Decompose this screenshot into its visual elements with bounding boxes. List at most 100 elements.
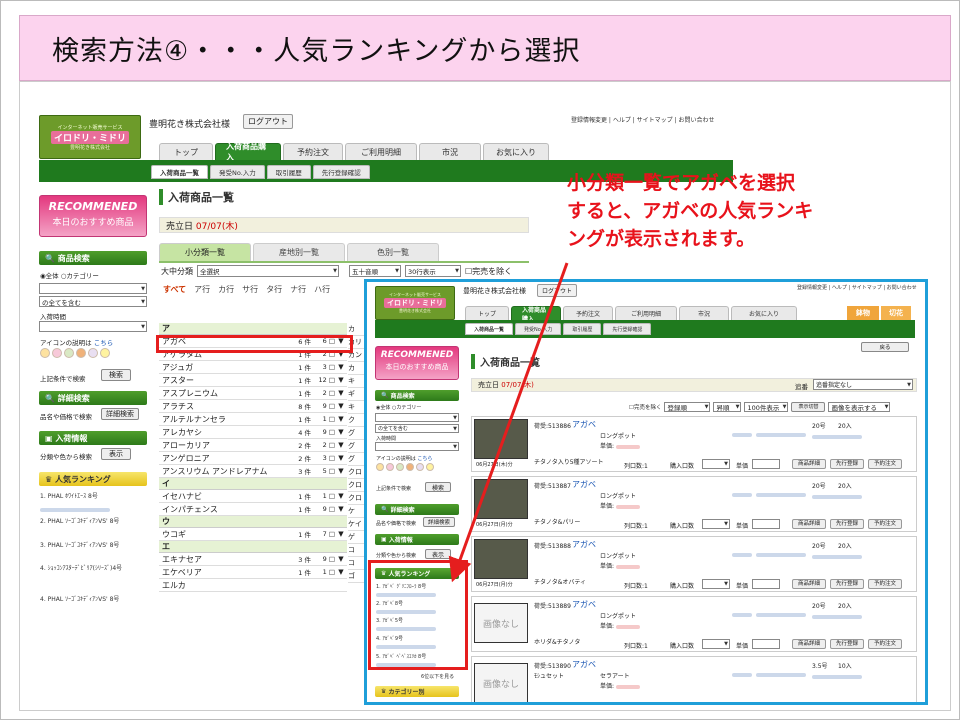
buy-qty-select[interactable] [702,519,730,529]
buy-qty-select[interactable] [702,639,730,649]
pre-register-button[interactable]: 先行登録 [830,459,864,469]
tab-market[interactable]: 市況 [679,306,729,320]
subtab-number-input[interactable]: 発受No.入力 [210,165,265,179]
subcategory-row[interactable]: アンスリウム アンドレアナム 3 件 5 □ ▼ [159,465,347,478]
subcategory-row[interactable]: アスプレニウム 1 件 2 □ ▼ [159,387,347,400]
leaf-icon[interactable] [64,348,74,358]
logo[interactable]: インターネット販売サービス イロドリ・ミドリ 豊明花き株式会社 [39,115,141,159]
image-display-select[interactable]: 画像を表示する [828,402,891,412]
ranking-item[interactable]: 3. PHAL ｿｰｺﾞﾕｷﾃﾞｨｱﾝVS' 8号 [40,540,119,549]
product-detail-button[interactable]: 商品詳細 [792,639,826,649]
sold-out-checkbox[interactable]: ☐完売を除く [465,266,512,277]
append-select[interactable]: 追番指定なし [813,379,913,390]
leaf-icon[interactable] [396,463,404,471]
smile-icon[interactable] [426,463,434,471]
ranking-item[interactable]: 2. PHAL ｿｰｺﾞﾕｷﾃﾞｨｱﾝVS' 8号 [40,516,119,525]
dropdown-arrow-icon[interactable]: ▼ [335,428,347,436]
logo[interactable]: インターネット販売サービス イロドリ・ミドリ 豊明花き株式会社 [375,286,455,320]
unit-price-input[interactable] [752,519,780,529]
product-name[interactable]: アガベ [572,539,596,550]
tab-arrival-purchase[interactable]: 入荷商品購入 [215,142,281,162]
ranking-more-link[interactable]: 6位以下を見る [421,673,454,680]
tab-origin-list[interactable]: 産地別一覧 [253,243,345,261]
tab-usage-statement[interactable]: ご利用明細 [615,306,677,320]
detail-search-button[interactable]: 詳細検索 [423,517,455,527]
arrival-time-select[interactable] [39,321,147,332]
flower-icon[interactable] [376,463,384,471]
kana-all[interactable]: すべて [163,284,186,295]
category-select[interactable] [375,413,459,422]
star-icon[interactable] [416,463,424,471]
dropdown-arrow-icon[interactable]: ▼ [335,492,347,500]
ribbon-icon[interactable] [76,348,86,358]
search-button[interactable]: 検索 [101,369,131,381]
pre-register-button[interactable]: 先行登録 [830,639,864,649]
category-filter-select[interactable]: 全選択 [197,265,339,277]
search-scope-radios[interactable]: ◉全体 ○カテゴリー [40,270,99,280]
product-name[interactable]: アガベ [572,419,596,430]
potted-plant-tab[interactable]: 鉢物 [847,306,879,320]
subtab-history[interactable]: 取引履歴 [266,165,311,179]
sort-direction-select[interactable]: 昇順 [713,402,742,412]
rows-select[interactable]: 100件表示 [744,402,789,412]
reserve-order-button[interactable]: 予約注文 [868,519,902,529]
icon-help-link[interactable]: こちら [417,456,432,462]
product-name[interactable]: アガベ [572,659,596,670]
subcategory-row[interactable]: イセハナビ 1 件 1 □ ▼ [159,490,347,503]
tab-top[interactable]: トップ [465,306,509,320]
subcategory-row[interactable]: アジュガ 1 件 3 □ ▼ [159,361,347,374]
reserve-order-button[interactable]: 予約注文 [868,459,902,469]
subcategory-row[interactable]: アンゲロニア 2 件 3 □ ▼ [159,452,347,465]
product-detail-button[interactable]: 商品詳細 [792,459,826,469]
show-button[interactable]: 表示 [101,448,131,460]
subtab-arrival-list[interactable]: 入荷商品一覧 [465,323,514,335]
kana-sa[interactable]: サ行 [242,284,258,295]
subcategory-row[interactable]: エルカ [159,579,347,592]
product-name[interactable]: アガベ [572,479,596,490]
dropdown-arrow-icon[interactable]: ▼ [335,505,347,513]
subcategory-row[interactable]: インパチェンス 1 件 9 □ ▼ [159,503,347,516]
dropdown-arrow-icon[interactable]: ▼ [335,402,347,410]
top-links[interactable]: 登録情報変更 | ヘルプ | サイトマップ | お問い合わせ [571,115,715,124]
tab-usage-statement[interactable]: ご利用明細 [345,143,417,160]
dropdown-arrow-icon[interactable]: ▼ [335,389,347,397]
tab-color-list[interactable]: 色別一覧 [347,243,439,261]
recommend-banner[interactable]: RECOMMENED 本日のおすすめ商品 [375,346,459,380]
tab-market[interactable]: 市況 [419,143,481,160]
new-icon[interactable] [386,463,394,471]
subcategory-row[interactable]: エキナセア 3 件 9 □ ▼ [159,553,347,566]
pre-register-button[interactable]: 先行登録 [830,579,864,589]
subcategory-row[interactable]: アルテルナンセラ 1 件 1 □ ▼ [159,413,347,426]
tab-reservation[interactable]: 予約注文 [283,143,343,160]
back-button[interactable]: 戻る [861,342,909,352]
kana-ta[interactable]: タ行 [266,284,282,295]
tab-favorites[interactable]: お気に入り [483,143,549,160]
star-icon[interactable] [88,348,98,358]
subtab-pre-register[interactable]: 先行登録確認 [312,165,370,179]
subcategory-row[interactable]: エケベリア 1 件 1 □ ▼ [159,566,347,579]
dropdown-arrow-icon[interactable]: ▼ [335,415,347,423]
dropdown-arrow-icon[interactable]: ▼ [335,441,347,449]
buy-qty-select[interactable] [702,459,730,469]
search-button[interactable]: 検索 [425,482,451,492]
kana-a[interactable]: ア行 [194,284,210,295]
top-links[interactable]: 登録情報変更 | ヘルプ | サイトマップ | お問い合わせ [797,284,917,291]
subtab-history[interactable]: 取引履歴 [563,323,602,335]
dropdown-arrow-icon[interactable]: ▼ [335,454,347,462]
tab-favorites[interactable]: お気に入り [731,306,797,320]
buy-qty-select[interactable] [702,579,730,589]
product-image[interactable] [474,539,528,579]
subcategory-row[interactable]: アラチス 8 件 9 □ ▼ [159,400,347,413]
smile-icon[interactable] [100,348,110,358]
recommend-banner[interactable]: RECOMMENED 本日のおすすめ商品 [39,195,147,237]
reserve-order-button[interactable]: 予約注文 [868,639,902,649]
ranking-item[interactable]: 1. PHAL ﾎﾜｲﾄｴｰｽ 8号 [40,491,98,500]
reserve-order-button[interactable]: 予約注文 [868,579,902,589]
sort-order-select[interactable]: 登録順 [664,402,711,412]
subcategory-row[interactable]: アスター 1 件 12 □ ▼ [159,374,347,387]
dropdown-arrow-icon[interactable]: ▼ [335,376,347,384]
icon-help-link[interactable]: こちら [94,339,114,347]
dropdown-arrow-icon[interactable]: ▼ [335,530,347,538]
keyword-select[interactable]: の全てを含む [39,296,147,307]
subtab-pre-register[interactable]: 先行登録確認 [603,323,652,335]
